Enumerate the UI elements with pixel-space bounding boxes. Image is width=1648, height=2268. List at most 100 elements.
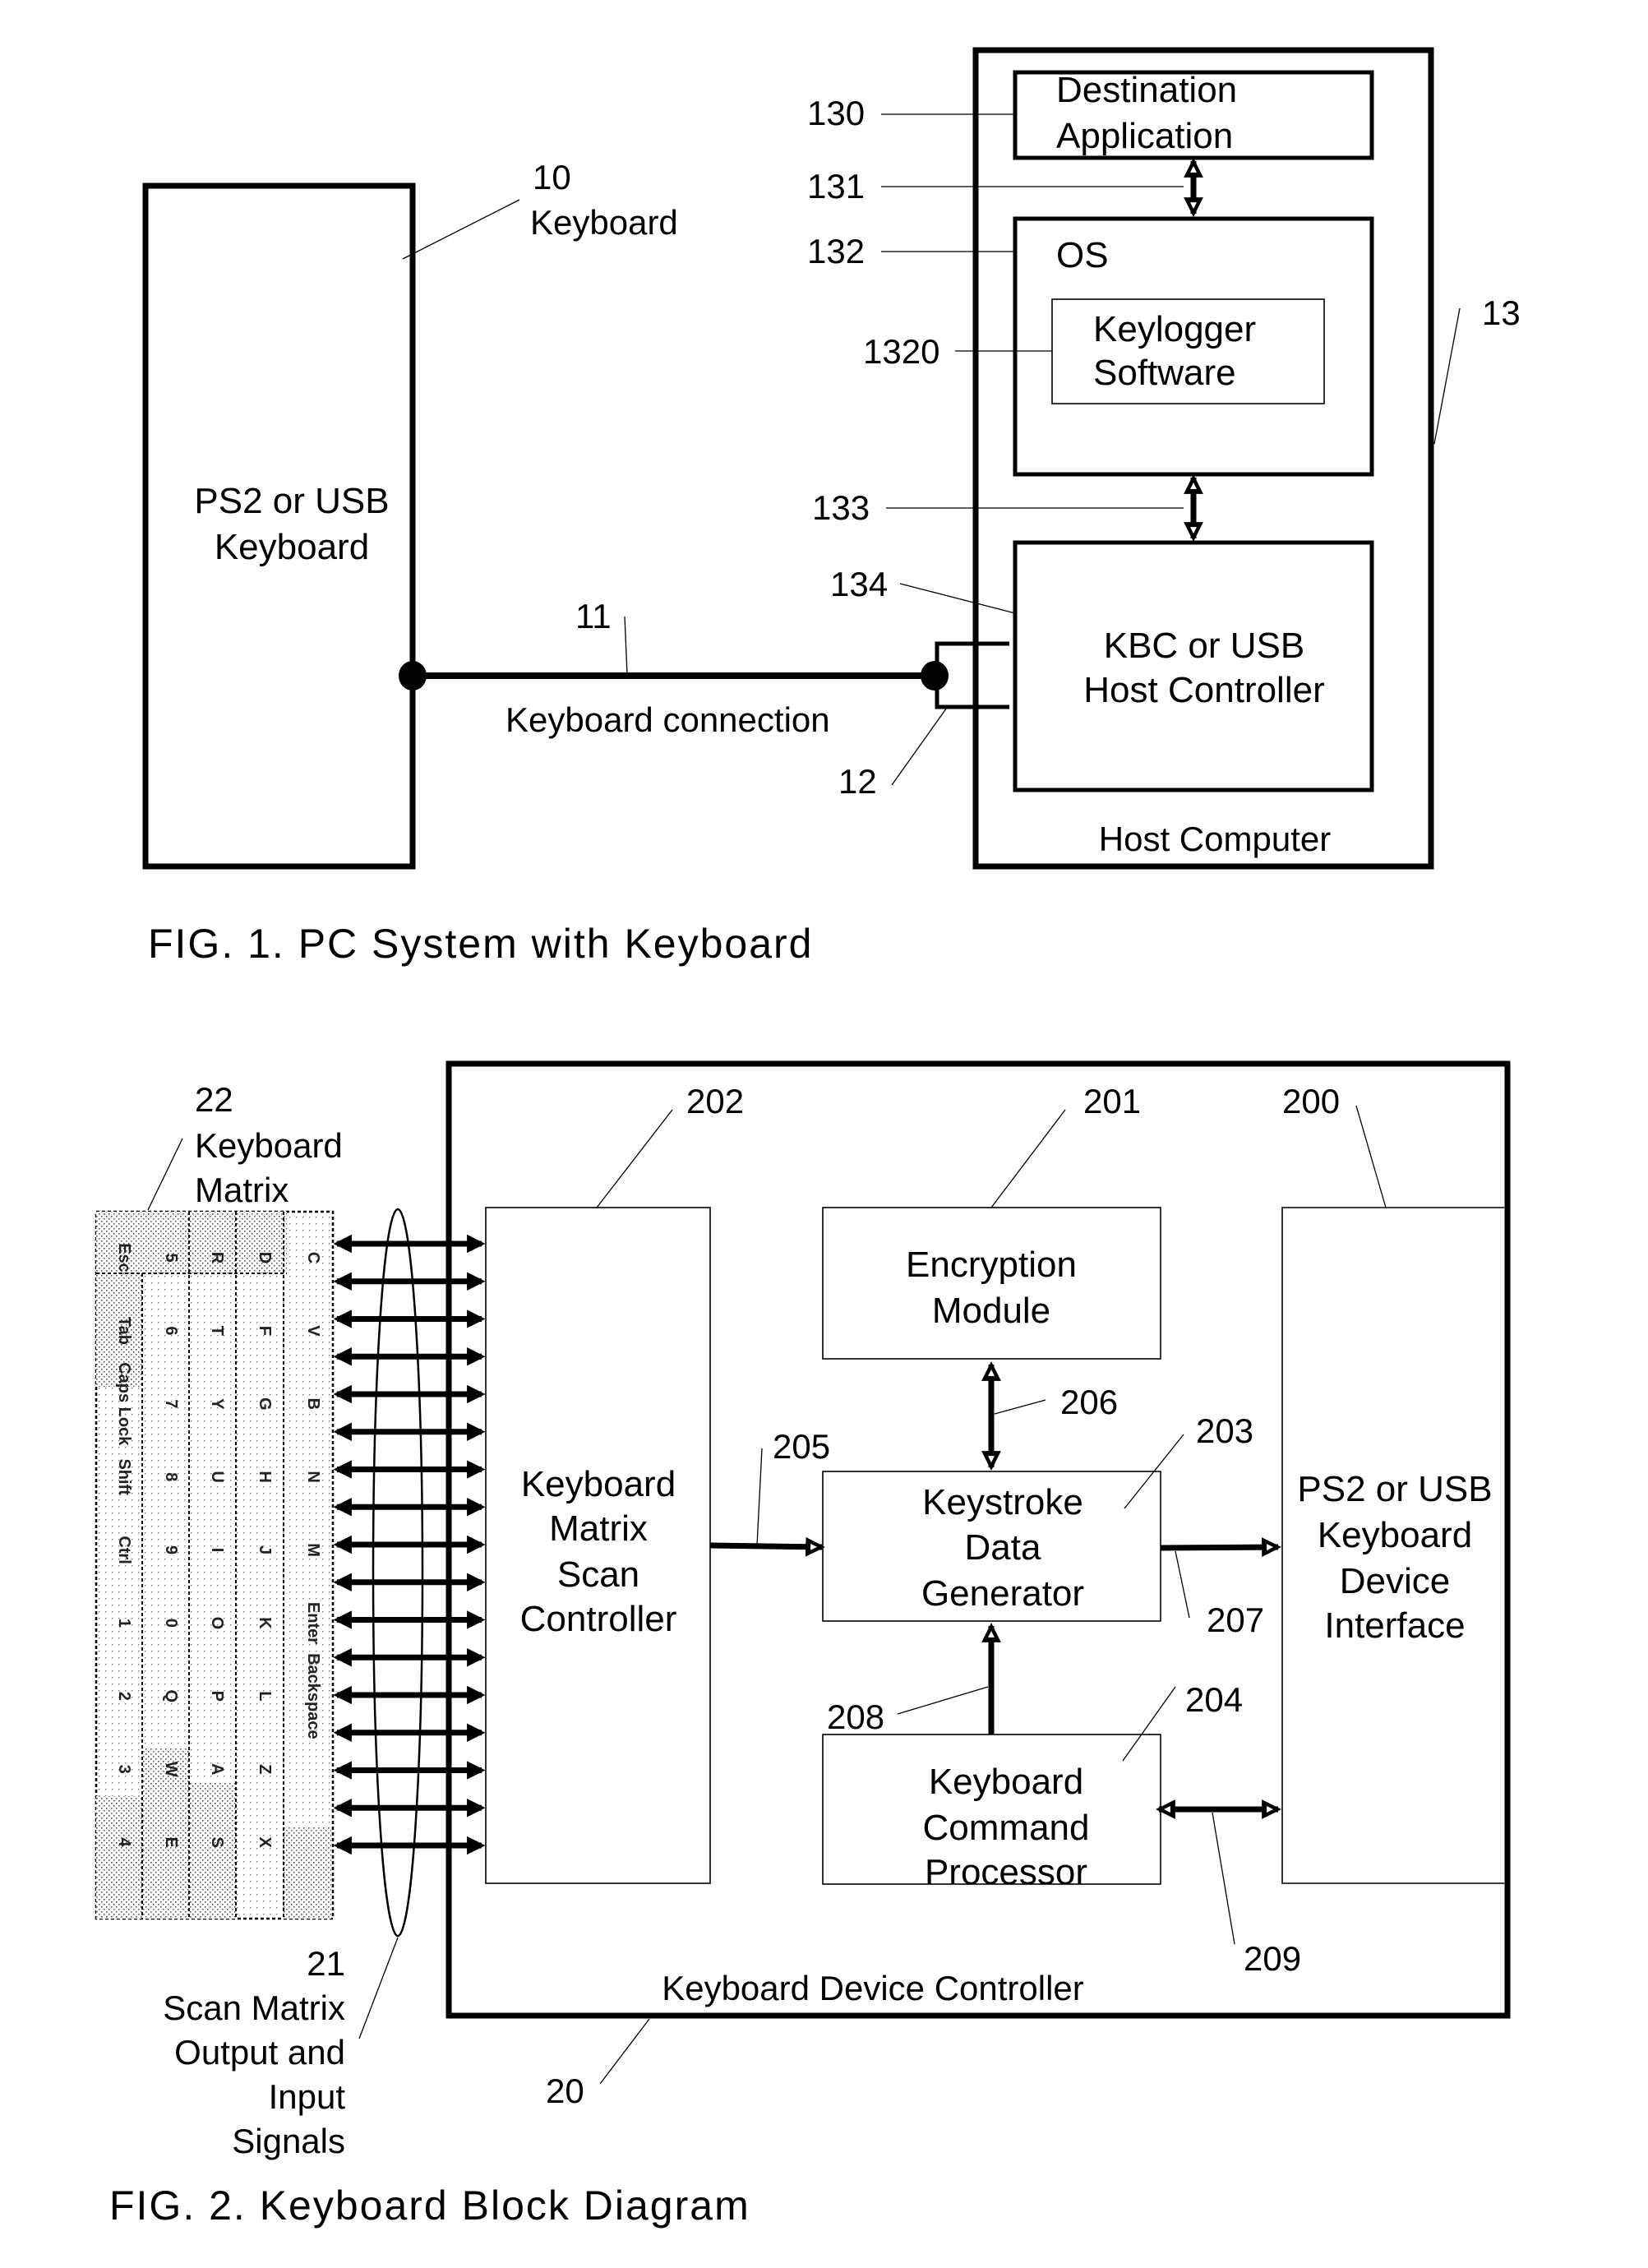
scan-controller-line3: Scan [557,1554,639,1595]
ref-21: 21 [307,1944,345,1983]
matrix-key-label: Backspace [304,1653,322,1739]
figure-1: PS2 or USB Keyboard 10 Keyboard 11 Keybo… [142,47,1521,967]
matrix-key-label: X [256,1836,274,1848]
matrix-key-label: 4 [115,1838,133,1848]
matrix-key-label: F [256,1326,274,1336]
keylogger-line1: Keylogger [1093,309,1256,349]
matrix-key-label: W [162,1762,180,1777]
encryption-line1: Encryption [906,1245,1077,1285]
matrix-key-label: E [162,1836,180,1847]
matrix-key-label: L [256,1691,274,1701]
encryption-line2: Module [932,1291,1050,1331]
matrix-key-label: 0 [162,1619,180,1628]
keyboard-box [142,182,416,870]
host-computer-box [972,47,1434,870]
keyboard-box-line1: PS2 or USB [194,481,389,521]
ref-205-leader [756,1448,763,1546]
ref-201: 201 [1083,1082,1141,1120]
matrix-key-label: K [256,1617,274,1629]
ref-134: 134 [830,565,888,603]
matrix-key-label: Ctrl [115,1536,133,1564]
matrix-key-label: B [304,1398,322,1410]
matrix-key-label: 9 [162,1545,180,1554]
ref-200-leader [1355,1105,1387,1208]
ref-130: 130 [807,94,865,132]
figure-2: Esc Tab Caps Lock Shift Ctrl 1 2 3 4 5 6 7 8 9 0 Q W E R T Y… [95,1060,1511,2229]
ref-11-leader [624,616,628,675]
ref-209-leader [1212,1812,1235,1945]
arrow-207 [1160,1537,1281,1558]
command-line3: Processor [925,1852,1087,1892]
os-label: OS [1056,235,1109,275]
host-port-dot [921,661,949,691]
ref-200: 200 [1282,1082,1340,1120]
matrix-key-label: Z [256,1764,274,1774]
matrix-key-label: Caps Lock [115,1362,133,1446]
matrix-key-label: O [208,1617,226,1630]
matrix-key-label: M [304,1543,322,1557]
interface-line2: Keyboard [1318,1515,1472,1555]
matrix-key-label: D [256,1252,274,1263]
matrix-key-label: J [256,1545,274,1554]
command-line1: Keyboard [929,1762,1083,1802]
signals-label-line2: Output and [174,2033,345,2072]
signals-label-line4: Signals [232,2122,345,2160]
ref-207-leader [1175,1550,1190,1619]
matrix-key-label: 1 [115,1619,133,1628]
matrix-key-label: Shift [115,1458,133,1495]
keystroke-line2: Data [965,1527,1041,1568]
ref-208-leader [897,1686,989,1715]
matrix-key-label: G [256,1397,274,1411]
keylogger-line2: Software [1093,353,1236,393]
ref-134-leader [899,583,1016,614]
matrix-key-label: C [304,1252,322,1263]
host-computer-label: Host Computer [1099,820,1331,858]
matrix-key-label: Esc [115,1243,133,1273]
ref-203: 203 [1196,1411,1253,1450]
ref-202-leader [596,1109,673,1208]
figure-1-caption: FIG. 1. PC System with Keyboard [148,921,814,967]
command-line2: Command [923,1808,1090,1848]
matrix-key-label: P [208,1691,226,1702]
ref-207: 207 [1207,1601,1264,1639]
kbc-line2: Host Controller [1083,670,1324,710]
ref-206: 206 [1060,1383,1118,1421]
ref-21-leader [358,1937,399,2039]
keyboard-port-dot [399,661,427,691]
interface-line1: PS2 or USB [1297,1469,1492,1509]
matrix-key-label: R [208,1252,226,1264]
matrix-key-label: U [208,1471,226,1482]
ref-204: 204 [1185,1680,1243,1719]
matrix-key-label: Q [162,1690,180,1703]
matrix-key-label: 5 [162,1253,180,1262]
ref-13-leader [1433,307,1461,445]
keyboard-matrix-graphic: Esc Tab Caps Lock Shift Ctrl 1 2 3 4 5 6 7 8 9 0 Q W E R T Y… [95,1210,335,1920]
arrow-205 [709,1536,825,1557]
ref-133: 133 [812,488,870,527]
matrix-key-label: 2 [115,1692,133,1701]
matrix-key-label: 6 [162,1326,180,1335]
signals-label-line1: Scan Matrix [163,1989,345,2027]
matrix-key-label: 8 [162,1472,180,1481]
destination-app-line2: Application [1056,116,1233,156]
ref-209: 209 [1244,1939,1301,1978]
ref-10-label: Keyboard [530,203,678,242]
ref-22-leader [147,1138,183,1211]
matrix-key-label: V [304,1325,322,1337]
ref-10-leader [402,199,520,260]
ref-12-leader [891,704,949,786]
controller-label: Keyboard Device Controller [662,1969,1084,2007]
ref-202: 202 [686,1082,744,1120]
scan-controller-line4: Controller [520,1599,677,1639]
kbc-line1: KBC or USB [1104,626,1305,666]
ref-10-number: 10 [533,158,571,196]
interface-line4: Interface [1324,1605,1465,1646]
matrix-key-label: Y [208,1398,226,1410]
matrix-key-label: H [256,1471,274,1482]
keystroke-line1: Keystroke [922,1482,1083,1522]
matrix-key-label: T [208,1326,226,1336]
matrix-key-label: A [208,1763,226,1775]
patent-drawing-sheet: PS2 or USB Keyboard 10 Keyboard 11 Keybo… [95,47,1521,2229]
destination-app-line1: Destination [1056,70,1237,110]
ref-201-leader [990,1109,1066,1208]
